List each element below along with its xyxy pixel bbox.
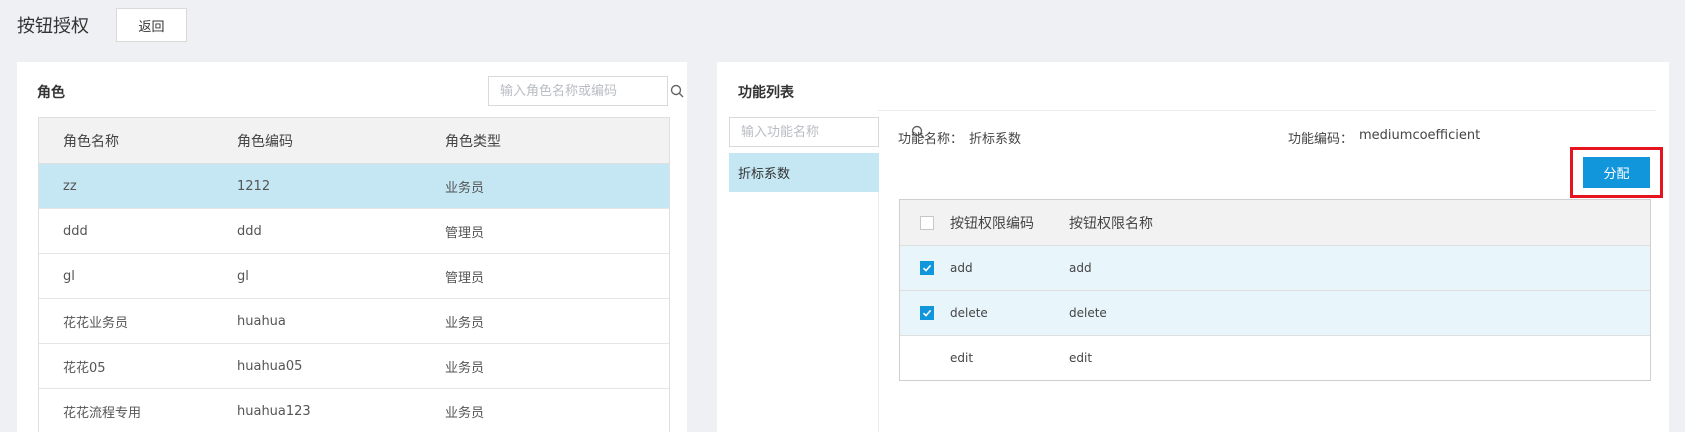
function-name-label: 功能名称： [898,132,964,147]
roles-table-header: 角色名称 角色编码 角色类型 [39,118,669,164]
role-name-cell: 花花业务员 [63,315,129,331]
row-checkbox[interactable] [920,306,934,320]
header-divider [878,110,1656,111]
assign-button[interactable]: 分配 [1583,157,1650,188]
column-header-permission-name: 按钮权限名称 [1069,215,1153,232]
role-name-cell: ddd [63,223,88,239]
role-type-cell: 业务员 [445,315,485,331]
column-header-role-code[interactable]: 角色编码 [235,131,445,151]
top-bar: 按钮授权 返回 [17,6,187,44]
functions-title: 功能列表 [738,85,794,101]
role-type-cell: 业务员 [445,180,485,196]
column-header-role-name[interactable]: 角色名称 [39,131,235,151]
select-all-checkbox[interactable] [920,215,934,230]
permission-code-cell: delete [950,306,988,320]
table-row[interactable]: 花花业务员 huahua 业务员 [39,299,669,344]
checkmark-icon [922,309,932,317]
function-code-value: mediumcoefficient [1359,128,1481,143]
permission-code-cell: edit [950,351,974,365]
checkmark-icon [922,264,932,272]
table-row[interactable]: delete delete [900,291,1650,336]
role-name-cell: 花花流程专用 [63,405,142,421]
functions-panel: 功能列表 折标系数 功能名称： 折标系数 功能编码： mediumcoeffic… [717,62,1669,432]
role-name-cell: gl [63,268,75,284]
roles-panel: 角色 角色名称 角色编码 角色类型 zz 1212 业务员 ddd ddd 管理… [17,62,687,432]
role-code-cell: 1212 [237,178,271,194]
back-button[interactable]: 返回 [116,8,187,42]
role-search-input[interactable] [489,77,670,105]
function-search-box [729,117,925,147]
row-checkbox[interactable] [920,261,934,275]
role-code-cell: huahua05 [237,358,303,374]
permission-name-cell: delete [1069,306,1107,320]
function-code-info: 功能编码： mediumcoefficient [1288,128,1480,147]
role-code-cell: gl [237,268,249,284]
roles-table: 角色名称 角色编码 角色类型 zz 1212 业务员 ddd ddd 管理员 g… [38,117,670,432]
function-code-label: 功能编码： [1288,132,1354,147]
button-permissions-table: 按钮权限编码 按钮权限名称 add add delete delete edit… [899,199,1651,381]
permission-name-cell: edit [1069,351,1093,365]
function-name-info: 功能名称： 折标系数 [898,128,1021,147]
function-list: 折标系数 [729,153,879,432]
function-list-item[interactable]: 折标系数 [729,153,879,192]
table-row[interactable]: 花花流程专用 huahua123 业务员 [39,389,669,432]
table-row[interactable]: zz 1212 业务员 [39,164,669,209]
function-search-input[interactable] [730,118,911,146]
role-type-cell: 业务员 [445,360,485,376]
role-search-box [488,76,684,106]
column-header-permission-code: 按钮权限编码 [950,215,1034,232]
page-title: 按钮授权 [17,16,89,37]
role-code-cell: huahua123 [237,403,311,419]
role-name-cell: zz [63,178,77,194]
function-name-value: 折标系数 [969,132,1022,147]
role-type-cell: 管理员 [445,225,485,241]
permissions-table-header: 按钮权限编码 按钮权限名称 [900,200,1650,246]
roles-title: 角色 [37,85,65,101]
search-icon[interactable] [670,77,684,105]
permission-code-cell: add [950,261,973,275]
table-row[interactable]: edit edit [900,336,1650,380]
table-row[interactable]: 花花05 huahua05 业务员 [39,344,669,389]
role-code-cell: huahua [237,313,286,329]
role-type-cell: 业务员 [445,405,485,421]
permission-name-cell: add [1069,261,1092,275]
role-type-cell: 管理员 [445,270,485,286]
table-row[interactable]: add add [900,246,1650,291]
table-row[interactable]: gl gl 管理员 [39,254,669,299]
role-name-cell: 花花05 [63,360,106,376]
column-header-role-type[interactable]: 角色类型 [445,131,669,151]
table-row[interactable]: ddd ddd 管理员 [39,209,669,254]
role-code-cell: ddd [237,223,262,239]
